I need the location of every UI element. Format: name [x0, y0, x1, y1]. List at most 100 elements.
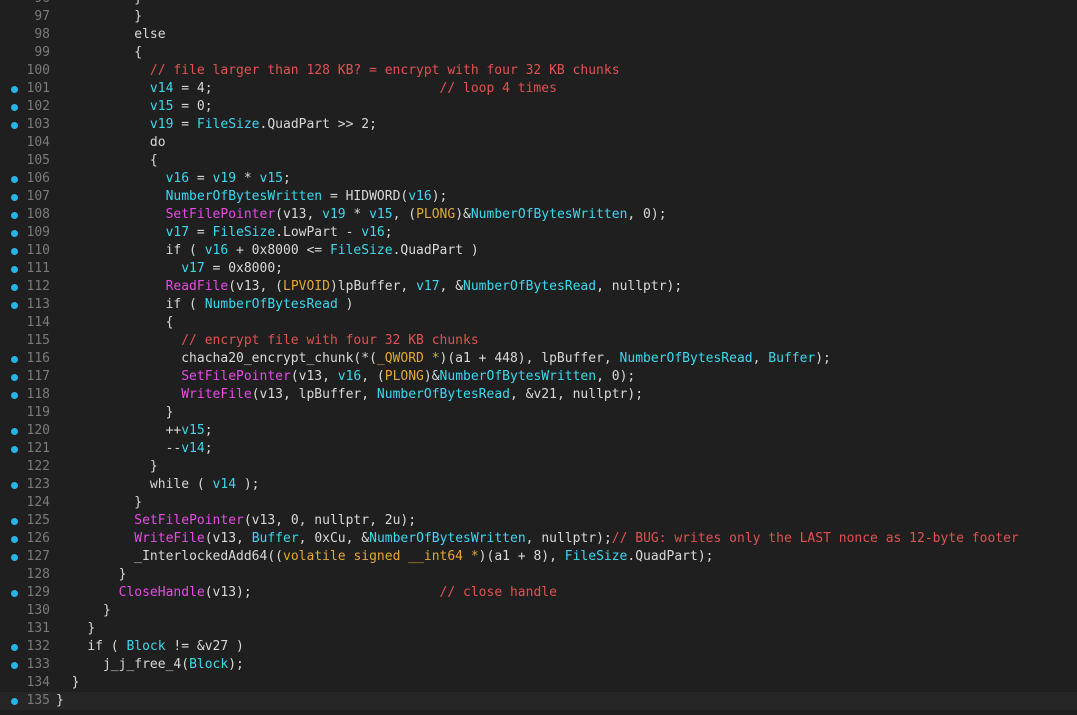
- code-line[interactable]: 127 _InterlockedAdd64((volatile signed _…: [0, 548, 1077, 566]
- line-number: 96: [18, 0, 50, 8]
- breakpoint-dot-icon[interactable]: [11, 194, 18, 201]
- code-token: (v13);: [204, 585, 440, 600]
- code-line[interactable]: 126 WriteFile(v13, Buffer, 0xCu, &Number…: [0, 530, 1077, 548]
- breakpoint-dot-icon[interactable]: [11, 302, 18, 309]
- breakpoint-dot-icon[interactable]: [11, 392, 18, 399]
- breakpoint-dot-icon[interactable]: [11, 122, 18, 129]
- code-line[interactable]: 102 v15 = 0;: [0, 98, 1077, 116]
- code-line[interactable]: 111 v17 = 0x8000;: [0, 260, 1077, 278]
- code-token: chacha20_encrypt_chunk(*(: [181, 351, 377, 366]
- code-line[interactable]: 101 v14 = 4; // loop 4 times: [0, 80, 1077, 98]
- breakpoint-dot-icon[interactable]: [11, 230, 18, 237]
- line-number: 116: [26, 351, 50, 366]
- line-number: 114: [26, 315, 50, 330]
- code-token: {: [165, 315, 174, 330]
- code-text: }: [56, 404, 174, 422]
- line-number: 113: [26, 297, 50, 312]
- breakpoint-dot-icon[interactable]: [11, 284, 18, 291]
- code-text: v15 = 0;: [56, 98, 213, 116]
- breakpoint-dot-icon[interactable]: [11, 356, 18, 363]
- code-text: }: [56, 0, 142, 8]
- code-line[interactable]: 104 do: [0, 134, 1077, 152]
- line-number: 119: [26, 405, 50, 420]
- code-line[interactable]: 99 {: [0, 44, 1077, 62]
- code-text: else: [56, 26, 165, 44]
- code-line[interactable]: 109 v17 = FileSize.LowPart - v16;: [0, 224, 1077, 242]
- breakpoint-dot-icon[interactable]: [11, 86, 18, 93]
- breakpoint-dot-icon[interactable]: [11, 446, 18, 453]
- code-line[interactable]: 129 CloseHandle(v13); // close handle: [0, 584, 1077, 602]
- code-line[interactable]: 122 }: [0, 458, 1077, 476]
- code-token: )lpBuffer,: [329, 279, 417, 294]
- code-token: *: [236, 171, 260, 186]
- code-line[interactable]: 114 {: [0, 314, 1077, 332]
- code-token: }: [102, 603, 111, 618]
- code-token: (v13,: [275, 207, 323, 222]
- code-token: v15: [181, 423, 205, 438]
- code-line[interactable]: 123 while ( v14 );: [0, 476, 1077, 494]
- breakpoint-dot-icon[interactable]: [11, 590, 18, 597]
- code-token: --: [165, 441, 182, 456]
- code-token: )&: [423, 369, 440, 384]
- code-text: if ( Block != &v27 ): [56, 638, 244, 656]
- code-line[interactable]: 96 }: [0, 0, 1077, 8]
- code-line[interactable]: 100 // file larger than 128 KB? = encryp…: [0, 62, 1077, 80]
- code-line[interactable]: 112 ReadFile(v13, (LPVOID)lpBuffer, v17,…: [0, 278, 1077, 296]
- code-line[interactable]: 113 if ( NumberOfBytesRead ): [0, 296, 1077, 314]
- code-line[interactable]: 124 }: [0, 494, 1077, 512]
- code-line[interactable]: 121 --v14;: [0, 440, 1077, 458]
- breakpoint-dot-icon[interactable]: [11, 104, 18, 111]
- code-line[interactable]: 132 if ( Block != &v27 ): [0, 638, 1077, 656]
- code-line[interactable]: 120 ++v15;: [0, 422, 1077, 440]
- code-line[interactable]: 125 SetFilePointer(v13, 0, nullptr, 2u);: [0, 512, 1077, 530]
- code-editor[interactable]: 96 }97 }98 else99 {100 // file larger th…: [0, 0, 1077, 715]
- code-line[interactable]: 128 }: [0, 566, 1077, 584]
- breakpoint-dot-icon[interactable]: [11, 212, 18, 219]
- breakpoint-dot-icon[interactable]: [11, 662, 18, 669]
- breakpoint-dot-icon[interactable]: [11, 266, 18, 273]
- code-line[interactable]: 103 v19 = FileSize.QuadPart >> 2;: [0, 116, 1077, 134]
- breakpoint-dot-icon[interactable]: [11, 482, 18, 489]
- code-line[interactable]: 117 SetFilePointer(v13, v16, (PLONG)&Num…: [0, 368, 1077, 386]
- breakpoint-dot-icon[interactable]: [11, 644, 18, 651]
- line-number: 123: [26, 477, 50, 492]
- code-token: // BUG: writes only the LAST nonce as 12…: [611, 531, 1019, 546]
- code-text: }: [56, 674, 80, 692]
- breakpoint-dot-icon[interactable]: [11, 518, 18, 525]
- code-line[interactable]: 105 {: [0, 152, 1077, 170]
- line-number: 112: [26, 279, 50, 294]
- code-line[interactable]: 135}: [0, 692, 1077, 710]
- code-token: (v13,: [204, 531, 252, 546]
- breakpoint-dot-icon[interactable]: [11, 248, 18, 255]
- code-line[interactable]: 131 }: [0, 620, 1077, 638]
- code-token: // loop 4 times: [439, 81, 557, 96]
- line-number: 106: [26, 171, 50, 186]
- code-token: v16: [337, 369, 362, 384]
- breakpoint-dot-icon[interactable]: [11, 428, 18, 435]
- breakpoint-dot-icon[interactable]: [11, 176, 18, 183]
- code-token: , 0);: [627, 207, 667, 222]
- breakpoint-dot-icon[interactable]: [11, 536, 18, 543]
- code-line[interactable]: 115 // encrypt file with four 32 KB chun…: [0, 332, 1077, 350]
- code-line[interactable]: 133 j_j_free_4(Block);: [0, 656, 1077, 674]
- code-line[interactable]: 118 WriteFile(v13, lpBuffer, NumberOfByt…: [0, 386, 1077, 404]
- code-line[interactable]: 119 }: [0, 404, 1077, 422]
- breakpoint-dot-icon[interactable]: [11, 698, 18, 705]
- code-line[interactable]: 106 v16 = v19 * v15;: [0, 170, 1077, 188]
- code-token: NumberOfBytesWritten: [439, 369, 597, 384]
- code-text: v16 = v19 * v15;: [56, 170, 291, 188]
- code-line[interactable]: 134 }: [0, 674, 1077, 692]
- code-text: v14 = 4; // loop 4 times: [56, 80, 557, 98]
- breakpoint-dot-icon[interactable]: [11, 554, 18, 561]
- code-token: , 0xCu, &: [298, 531, 370, 546]
- code-line[interactable]: 110 if ( v16 + 0x8000 <= FileSize.QuadPa…: [0, 242, 1077, 260]
- code-token: PLONG: [384, 369, 424, 384]
- breakpoint-dot-icon[interactable]: [11, 374, 18, 381]
- code-line[interactable]: 107 NumberOfBytesWritten = HIDWORD(v16);: [0, 188, 1077, 206]
- code-line[interactable]: 130 }: [0, 602, 1077, 620]
- code-line[interactable]: 108 SetFilePointer(v13, v19 * v15, (PLON…: [0, 206, 1077, 224]
- code-line[interactable]: 97 }: [0, 8, 1077, 26]
- code-token: j_j_free_4(: [102, 657, 190, 672]
- code-line[interactable]: 116 chacha20_encrypt_chunk(*(_QWORD *)(a…: [0, 350, 1077, 368]
- code-line[interactable]: 98 else: [0, 26, 1077, 44]
